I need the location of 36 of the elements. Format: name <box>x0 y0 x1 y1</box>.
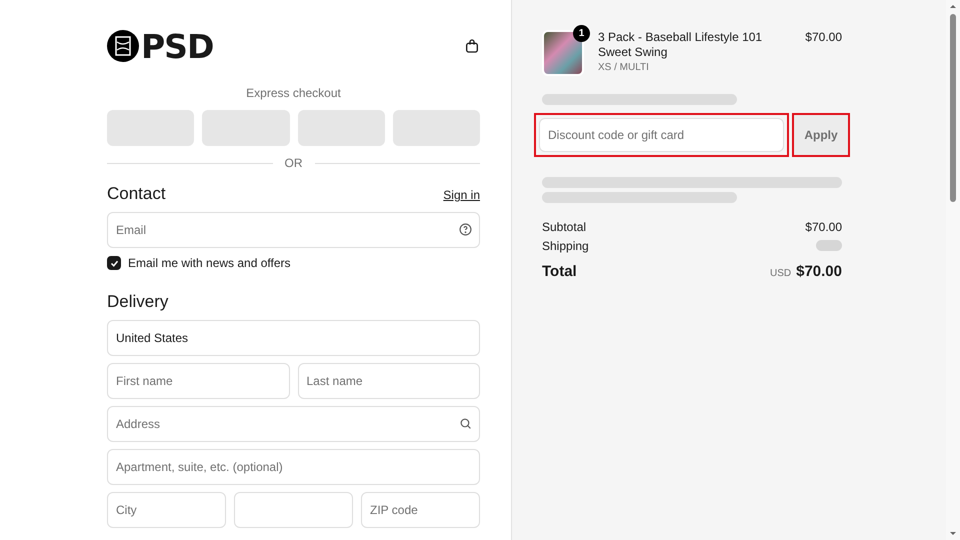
total-price: $70.00 <box>796 263 842 280</box>
checkmark-icon <box>110 258 118 268</box>
summary-value: $70.00 <box>805 220 842 234</box>
email-field[interactable]: Email <box>107 212 480 248</box>
section-heading: Contact <box>107 184 166 204</box>
summary-label: Subtotal <box>542 220 586 234</box>
total-label: Total <box>542 263 577 280</box>
input-field[interactable]: Last name <box>298 363 480 399</box>
logo-emblem-icon <box>107 30 139 62</box>
input-field[interactable]: First name <box>107 363 290 399</box>
country-select[interactable]: United States <box>107 320 480 356</box>
discount-code-field[interactable]: Discount code or gift card <box>539 118 784 152</box>
sign-in-link[interactable]: Sign in <box>443 188 480 202</box>
help-icon[interactable] <box>459 223 472 236</box>
divider-label: OR <box>284 156 302 170</box>
input-field[interactable]: Address <box>107 406 480 442</box>
input-field[interactable] <box>234 492 353 528</box>
section-heading: Delivery <box>107 292 168 312</box>
input-field[interactable]: City <box>107 492 226 528</box>
apply-button[interactable]: Apply <box>792 113 850 157</box>
express-checkout-label: Express checkout <box>245 86 342 100</box>
input-field[interactable]: ZIP code <box>361 492 480 528</box>
scrollbar-drawing[interactable] <box>946 0 960 540</box>
logo-text: PSD <box>141 30 214 62</box>
currency-code: USD <box>770 268 792 279</box>
product-price: $70.00 <box>805 30 842 44</box>
photo-placeholder <box>542 30 584 76</box>
shopping-bag-icon[interactable] <box>464 38 480 54</box>
checkbox-label: Email me with news and offers <box>128 256 291 270</box>
product-title: 3 Pack - Baseball Lifestyle 101 Sweet Swing <box>598 30 764 60</box>
search-icon[interactable] <box>459 417 472 430</box>
product-variant: XS / MULTI <box>598 62 650 73</box>
summary-label: Shipping <box>542 238 589 252</box>
checkbox[interactable] <box>107 256 121 270</box>
input-field[interactable]: Apartment, suite, etc. (optional) <box>107 449 480 485</box>
quantity-badge: 1 <box>573 25 590 42</box>
